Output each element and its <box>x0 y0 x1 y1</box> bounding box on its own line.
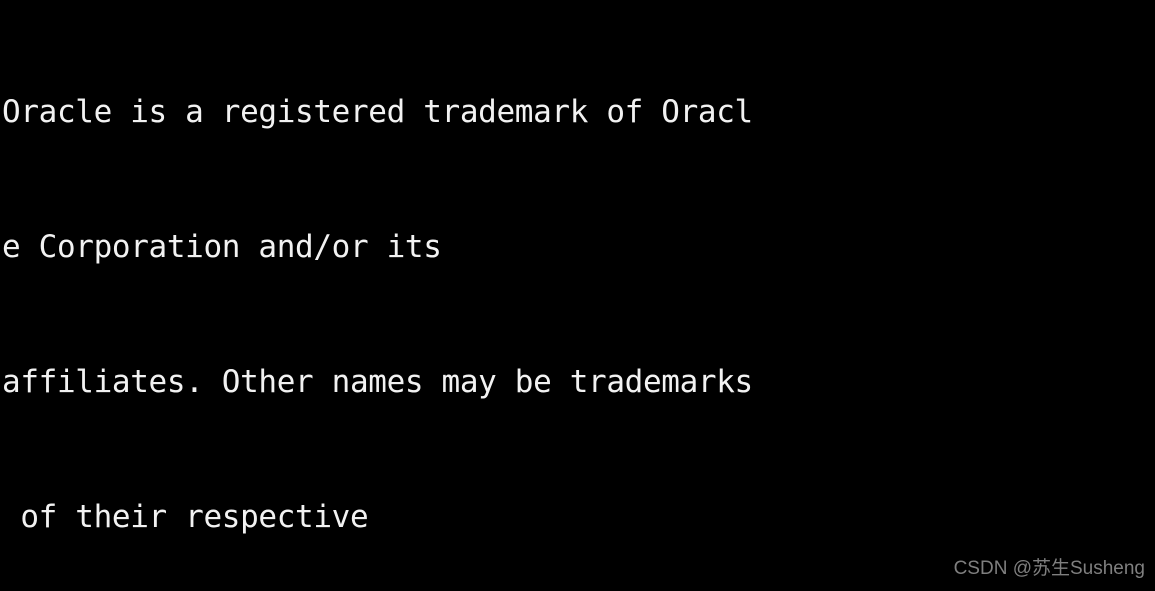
terminal-output: Oracle is a registered trademark of Orac… <box>2 0 1155 591</box>
terminal-line: affiliates. Other names may be trademark… <box>2 364 753 400</box>
terminal-line: of their respective <box>2 499 369 535</box>
terminal-window[interactable]: Oracle is a registered trademark of Orac… <box>0 0 1155 591</box>
terminal-line: Oracle is a registered trademark of Orac… <box>2 94 753 130</box>
csdn-watermark: CSDN @苏生Susheng <box>953 558 1145 579</box>
terminal-line: e Corporation and/or its <box>2 229 442 265</box>
